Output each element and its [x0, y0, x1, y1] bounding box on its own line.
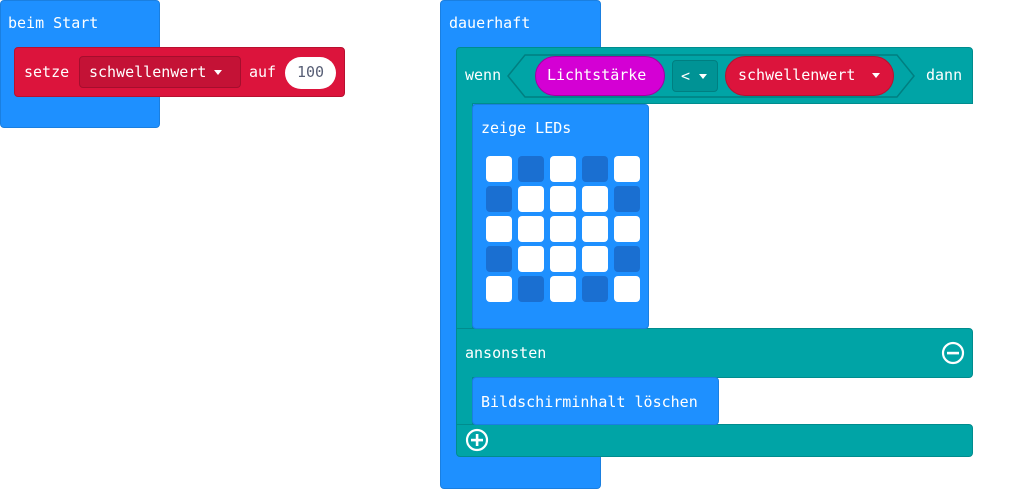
- led-cell[interactable]: [518, 216, 544, 242]
- else-block-arm: [456, 377, 473, 425]
- clear-screen-label: Bildschirminhalt löschen: [481, 393, 698, 411]
- led-cell[interactable]: [550, 186, 576, 212]
- led-cell[interactable]: [486, 216, 512, 242]
- variable-dropdown-label: schwellenwert: [89, 63, 207, 81]
- led-cell[interactable]: [518, 186, 544, 212]
- led-grid[interactable]: [486, 156, 642, 304]
- led-cell[interactable]: [550, 246, 576, 272]
- led-cell[interactable]: [582, 276, 608, 302]
- compare-variable-block[interactable]: schwellenwert: [725, 56, 894, 96]
- forever-label: dauerhaft: [449, 14, 531, 32]
- chevron-down-icon: [872, 73, 880, 78]
- add-branch-icon[interactable]: [465, 428, 489, 452]
- led-cell[interactable]: [550, 276, 576, 302]
- set-label: setze: [24, 63, 70, 81]
- operator-dropdown[interactable]: <: [672, 60, 718, 92]
- variable-dropdown[interactable]: schwellenwert: [79, 56, 241, 88]
- led-cell[interactable]: [582, 216, 608, 242]
- led-cell[interactable]: [518, 156, 544, 182]
- led-cell[interactable]: [486, 186, 512, 212]
- led-cell[interactable]: [582, 186, 608, 212]
- led-cell[interactable]: [518, 276, 544, 302]
- remove-else-icon[interactable]: [941, 341, 965, 365]
- led-cell[interactable]: [614, 186, 640, 212]
- clear-screen-block[interactable]: Bildschirminhalt löschen: [472, 377, 719, 425]
- led-cell[interactable]: [614, 216, 640, 242]
- else-label: ansonsten: [465, 344, 547, 362]
- led-cell[interactable]: [582, 156, 608, 182]
- led-cell[interactable]: [614, 156, 640, 182]
- led-cell[interactable]: [550, 216, 576, 242]
- led-cell[interactable]: [518, 246, 544, 272]
- light-level-label: Lichtstärke: [547, 66, 647, 84]
- operator-label: <: [681, 67, 691, 85]
- on-start-label: beim Start: [8, 14, 99, 32]
- compare-variable-label: schwellenwert: [738, 66, 856, 84]
- led-cell[interactable]: [550, 156, 576, 182]
- chevron-down-icon: [214, 70, 222, 75]
- value-input-text: 100: [297, 63, 325, 81]
- led-cell[interactable]: [614, 276, 640, 302]
- value-input[interactable]: 100: [285, 57, 336, 89]
- then-label: dann: [926, 66, 963, 84]
- if-block-footer[interactable]: [456, 424, 973, 457]
- chevron-down-icon: [699, 74, 707, 79]
- led-cell[interactable]: [582, 246, 608, 272]
- show-leds-label: zeige LEDs: [481, 119, 572, 137]
- to-label: auf: [249, 63, 277, 81]
- led-cell[interactable]: [486, 246, 512, 272]
- if-label: wenn: [465, 66, 502, 84]
- led-cell[interactable]: [486, 276, 512, 302]
- led-cell[interactable]: [486, 156, 512, 182]
- light-level-block[interactable]: Lichtstärke: [535, 56, 665, 96]
- led-cell[interactable]: [614, 246, 640, 272]
- if-block-arm: [456, 103, 473, 329]
